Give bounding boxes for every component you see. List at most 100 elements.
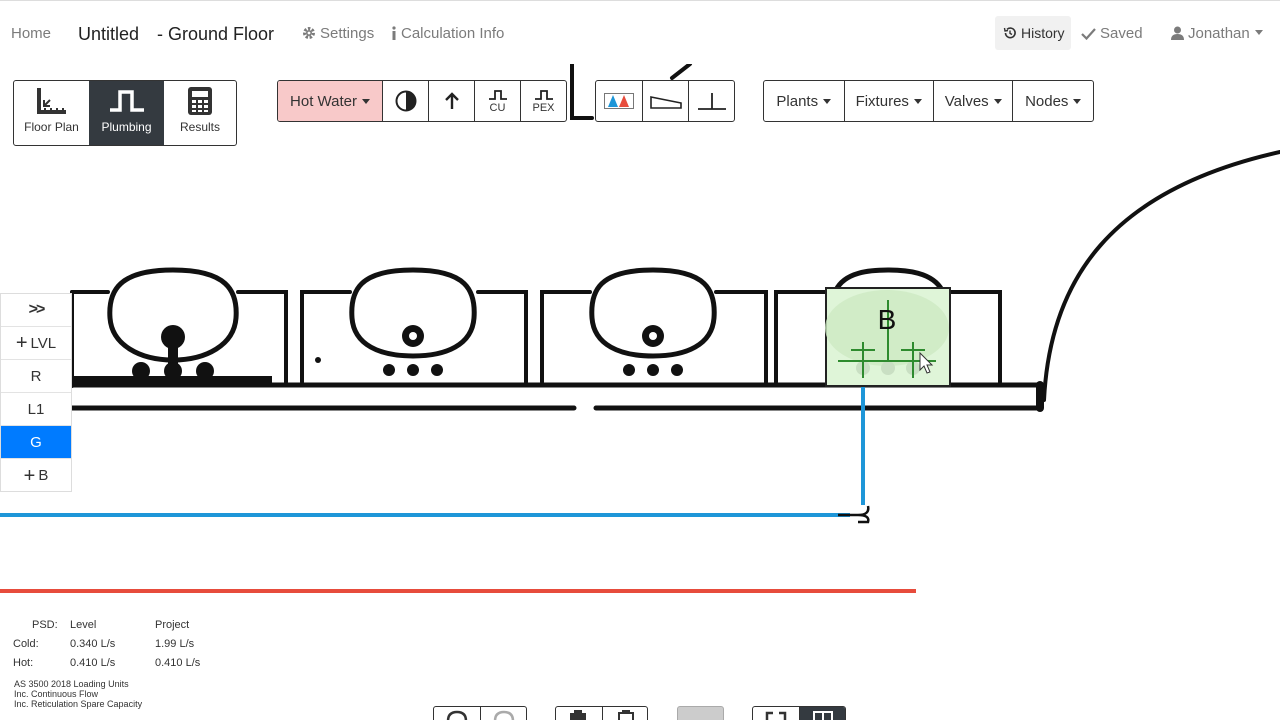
floor-plan-mode-label: Floor Plan xyxy=(24,120,79,134)
pex-pipe-label: PEX xyxy=(532,101,555,114)
contrast-toggle-button[interactable] xyxy=(382,81,428,121)
settings-label: Settings xyxy=(320,25,375,42)
level-title: - Ground Floor xyxy=(157,24,275,44)
plants-label: Plants xyxy=(776,92,819,110)
calculation-info-link[interactable]: Calculation Info xyxy=(391,25,504,43)
selected-basin-fixture[interactable] xyxy=(825,287,951,387)
hot-cold-toggle-button[interactable] xyxy=(596,81,642,121)
component-menu-group: Plants Fixtures Valves Nodes xyxy=(763,80,1094,122)
chevron-down-icon xyxy=(1073,98,1082,104)
chevron-down-icon xyxy=(1254,30,1263,35)
hot-cold-icon xyxy=(603,93,634,109)
chevron-down-icon xyxy=(993,98,1002,104)
pipe-icon xyxy=(534,89,553,100)
history-button[interactable]: History xyxy=(995,16,1071,50)
check-icon xyxy=(1081,28,1096,40)
slope-tool-button[interactable] xyxy=(641,81,689,121)
results-mode-label: Results xyxy=(179,120,220,134)
calculator-icon xyxy=(188,87,212,115)
clipboard-group xyxy=(555,706,648,720)
valves-dropdown[interactable]: Valves xyxy=(932,81,1013,121)
pipe-icon xyxy=(488,89,507,100)
undo-redo-group xyxy=(433,706,527,720)
nodes-dropdown[interactable]: Nodes xyxy=(1012,81,1093,121)
split-view-button[interactable] xyxy=(799,707,845,720)
cold-water-pipe[interactable] xyxy=(0,370,865,517)
psd-note: AS 3500 2018 Loading Units xyxy=(14,679,129,689)
system-select-dropdown[interactable]: Hot Water xyxy=(278,81,382,121)
history-label: History xyxy=(1021,25,1065,41)
add-level-label: LVL xyxy=(30,334,57,352)
plumbing-mode-button[interactable]: Plumbing xyxy=(89,81,164,145)
grid-icon xyxy=(813,711,833,720)
fullscreen-button[interactable] xyxy=(753,707,799,720)
riser-tool-button[interactable] xyxy=(428,81,474,121)
psd-cold-label: Cold: xyxy=(13,638,39,650)
psd-cold-level: 0.340 L/s xyxy=(70,638,116,650)
fixtures-label: Fixtures xyxy=(855,92,909,110)
pipe-bend xyxy=(838,505,870,524)
psd-note: Inc. Reticulation Spare Capacity xyxy=(14,699,143,709)
add-level-above-button[interactable]: + LVL xyxy=(1,327,71,360)
level-panel: >> + LVL R L1 G + B xyxy=(0,293,72,492)
psd-hot-project: 0.410 L/s xyxy=(155,657,201,669)
level-item-l1[interactable]: L1 xyxy=(1,393,71,426)
plus-icon: + xyxy=(23,464,36,487)
project-title[interactable]: Untitled xyxy=(78,23,139,45)
fixtures-dropdown[interactable]: Fixtures xyxy=(843,81,933,121)
results-mode-button[interactable]: Results xyxy=(164,81,236,145)
psd-header-label: PSD: xyxy=(32,619,58,631)
floor-plan-mode-button[interactable]: Floor Plan xyxy=(14,81,89,145)
plumbing-icon xyxy=(109,90,144,112)
user-menu[interactable]: Jonathan xyxy=(1171,25,1263,43)
history-icon xyxy=(1003,27,1016,39)
calculation-info-label: Calculation Info xyxy=(401,25,505,42)
view-layout-group xyxy=(752,706,846,720)
paste-button[interactable] xyxy=(602,707,647,720)
copy-button[interactable] xyxy=(556,707,602,720)
plus-icon: + xyxy=(15,332,28,354)
fixture-label: B xyxy=(878,304,897,335)
psd-project-header: Project xyxy=(155,619,190,631)
fullscreen-icon xyxy=(765,711,787,720)
valves-label: Valves xyxy=(944,92,989,110)
user-name: Jonathan xyxy=(1188,25,1250,42)
user-icon xyxy=(1171,26,1184,40)
copper-pipe-button[interactable]: CU xyxy=(474,81,520,121)
add-level-below-label: B xyxy=(38,467,49,484)
plumbing-mode-label: Plumbing xyxy=(101,120,152,134)
copy-icon xyxy=(570,710,586,720)
select-tool-button[interactable] xyxy=(677,706,724,720)
redo-button[interactable] xyxy=(480,707,526,720)
expand-levels-button[interactable]: >> xyxy=(1,294,71,327)
plants-dropdown[interactable]: Plants xyxy=(764,81,844,121)
perpendicular-icon xyxy=(697,93,726,110)
undo-button[interactable] xyxy=(434,707,480,720)
psd-level-header: Level xyxy=(70,619,97,631)
psd-hot-level: 0.410 L/s xyxy=(70,657,116,669)
psd-hot-label: Hot: xyxy=(13,657,34,669)
perpendicular-tool-button[interactable] xyxy=(688,81,734,121)
level-item-g[interactable]: G xyxy=(1,426,71,459)
undo-icon xyxy=(446,710,468,720)
saved-label: Saved xyxy=(1100,25,1143,42)
fixture-details xyxy=(72,325,683,386)
psd-cold-project: 1.99 L/s xyxy=(155,638,195,650)
pex-pipe-button[interactable]: PEX xyxy=(520,81,566,121)
chevron-down-icon xyxy=(823,98,832,104)
psd-notes: AS 3500 2018 Loading Units Inc. Continuo… xyxy=(14,679,142,709)
half-circle-icon xyxy=(395,90,416,112)
chevron-down-icon xyxy=(913,98,922,104)
saved-status: Saved xyxy=(1081,25,1143,43)
level-item-r[interactable]: R xyxy=(1,360,71,393)
pipe-tool-group: Hot Water CU PEX xyxy=(277,80,567,122)
view-tool-group xyxy=(595,80,735,122)
system-select-label: Hot Water xyxy=(290,92,357,110)
mode-toolbar: Floor Plan Plumbing Results xyxy=(13,80,237,146)
floor-plan-icon xyxy=(36,88,66,114)
settings-link[interactable]: Settings xyxy=(302,25,374,43)
gear-icon xyxy=(303,27,315,39)
home-link[interactable]: Home xyxy=(11,25,51,43)
redo-icon xyxy=(493,710,515,720)
add-level-below-button[interactable]: + B xyxy=(1,459,71,492)
